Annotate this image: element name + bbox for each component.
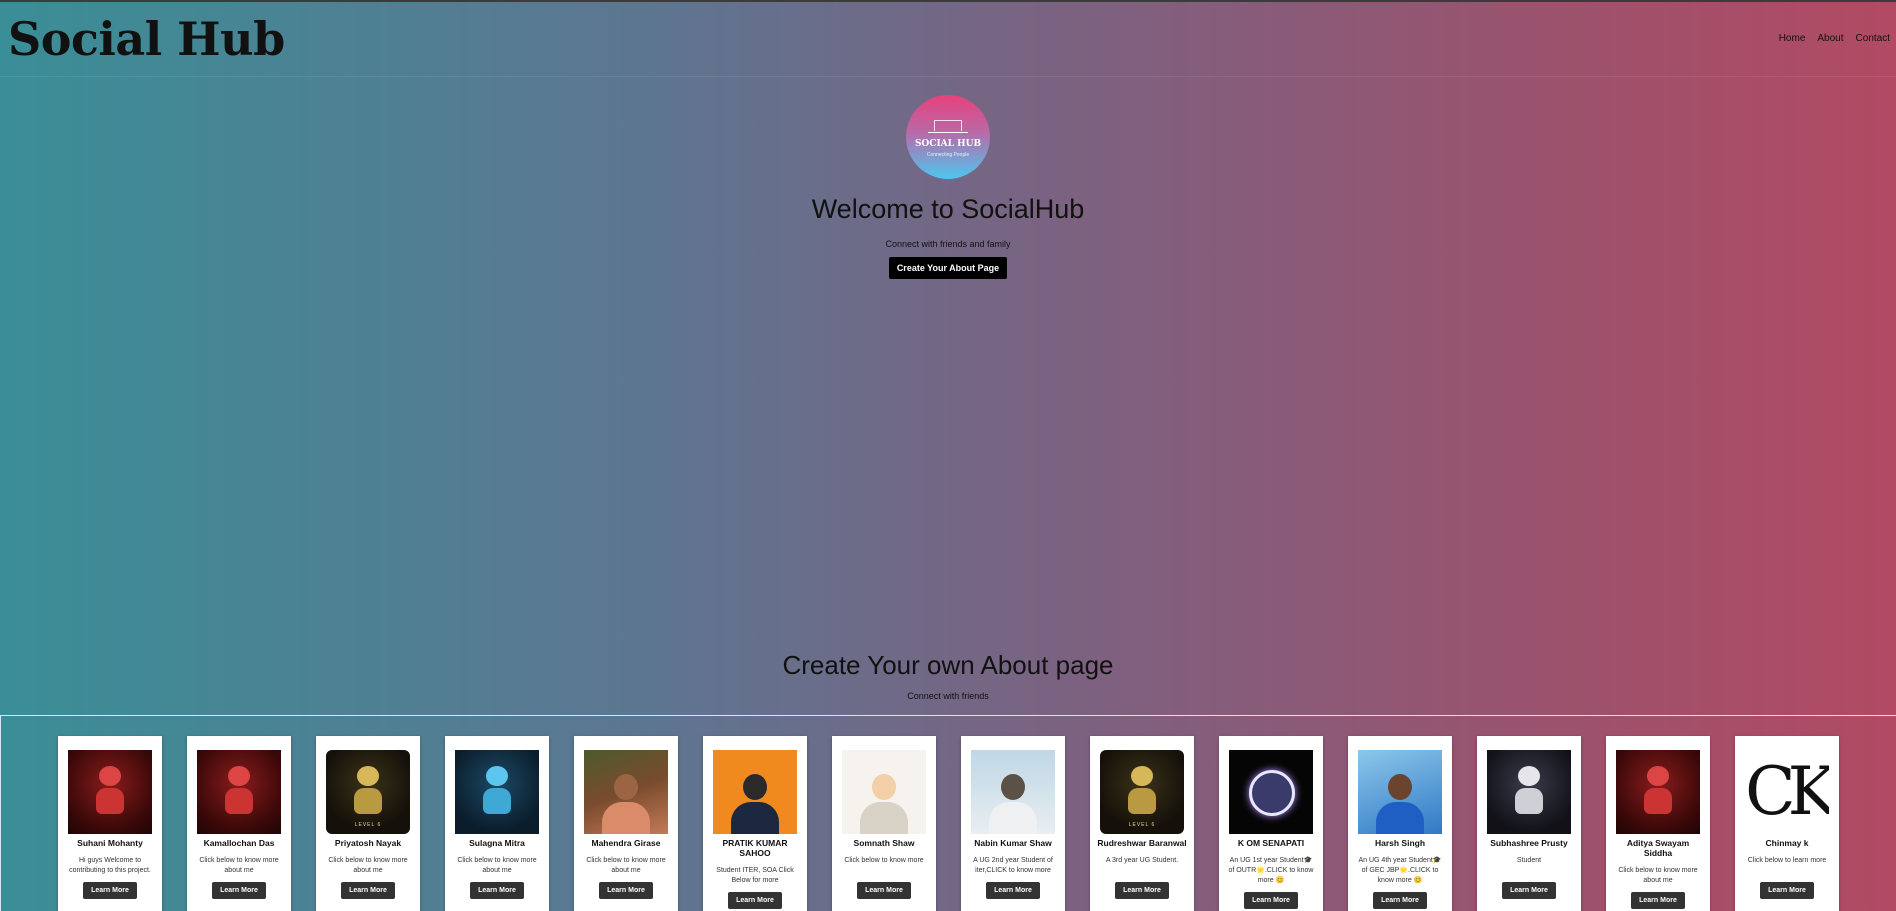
card-description: Click below to know more (844, 857, 924, 864)
profile-card: PRATIK KUMAR SAHOO Student ITER, SOA Cli… (703, 736, 807, 911)
card-description: A 3rd year UG Student. (1105, 857, 1179, 864)
learn-more-button[interactable]: Learn More (1631, 892, 1685, 909)
profile-photo-avatar (584, 750, 668, 834)
learn-more-button[interactable]: Learn More (599, 882, 653, 899)
card-description: Student (1516, 857, 1542, 864)
main-nav: Home About Contact (1779, 33, 1890, 44)
neon-ring-avatar (1229, 750, 1313, 834)
thumbs-up-photo-avatar (1358, 750, 1442, 834)
nav-home[interactable]: Home (1779, 33, 1806, 44)
card-name: Aditya Swayam Siddha (1626, 838, 1690, 858)
card-name: Sulagna Mitra (469, 838, 525, 848)
hero-title: Welcome to SocialHub (811, 194, 1085, 224)
card-description: Click below to know more about me (586, 857, 666, 874)
card-description: Click below to learn more (1747, 857, 1827, 864)
card-description: An UG 1st year Student🎓 of OUTR🌟.CLICK t… (1228, 857, 1314, 884)
ck-logo-text: CK (1745, 753, 1829, 830)
logo-subtitle: Connecting People (926, 152, 970, 158)
profile-card: Aditya Swayam Siddha Click below to know… (1606, 736, 1710, 911)
card-description: Hi guys Welcome to contributing to this … (69, 857, 151, 874)
cyan-astronaut-avatar (455, 750, 539, 834)
card-description: Student ITER, SOA Click Below for more (716, 867, 794, 884)
red-astronaut-avatar (68, 750, 152, 834)
anime-boy-avatar (971, 750, 1055, 834)
card-name: Subhashree Prusty (1490, 838, 1568, 848)
profile-card: Sulagna Mitra Click below to know more a… (445, 736, 549, 911)
learn-more-button[interactable]: Learn More (1115, 882, 1169, 899)
profile-card: CK Chinmay k Click below to learn more L… (1735, 736, 1839, 911)
card-name: Somnath Shaw (853, 838, 915, 848)
card-description: A UG 2nd year Student of iter,CLICK to k… (973, 857, 1053, 874)
section-title: Create Your own About page (782, 650, 1114, 680)
profile-card: LEVEL 6 Priyatosh Nayak Click below to k… (316, 736, 420, 911)
card-name: Mahendra Girase (591, 838, 661, 848)
learn-more-button[interactable]: Learn More (857, 882, 911, 899)
profile-card: Harsh Singh An UG 4th year Student🎓 of G… (1348, 736, 1452, 911)
card-description: Click below to know more about me (199, 857, 279, 874)
card-description: Click below to know more about me (328, 857, 408, 874)
cartoon-boy-avatar (842, 750, 926, 834)
brand-logo[interactable]: Social Hub (8, 12, 285, 66)
learn-more-button[interactable]: Learn More (1502, 882, 1556, 899)
level-badge: LEVEL 6 (354, 822, 382, 828)
learn-more-button[interactable]: Learn More (341, 882, 395, 899)
white-astronaut-avatar (1487, 750, 1571, 834)
profile-card: Mahendra Girase Click below to know more… (574, 736, 678, 911)
logo-title: SOCIAL HUB (914, 139, 982, 149)
red-astronaut-avatar (197, 750, 281, 834)
card-description: An UG 4th year Student🎓 of GEC JBP🌟.CLIC… (1358, 857, 1442, 884)
profile-card: K OM SENAPATI An UG 1st year Student🎓 of… (1219, 736, 1323, 911)
learn-more-button[interactable]: Learn More (1373, 892, 1427, 909)
hero-subtitle: Connect with friends and family (885, 239, 1011, 249)
gold-astronaut-avatar: LEVEL 6 (326, 750, 410, 834)
profile-card: Subhashree Prusty Student Learn More (1477, 736, 1581, 911)
gold-astronaut-avatar: LEVEL 6 (1100, 750, 1184, 834)
nav-about[interactable]: About (1817, 33, 1843, 44)
section-subtitle: Connect with friends (907, 691, 989, 701)
card-name: Suhani Mohanty (77, 838, 143, 848)
social-hub-logo: SOCIAL HUB Connecting People (906, 95, 990, 179)
card-description: Click below to know more about me (457, 857, 537, 874)
hero-section: SOCIAL HUB Connecting People Welcome to … (0, 95, 1896, 279)
learn-more-button[interactable]: Learn More (728, 892, 782, 909)
learn-more-button[interactable]: Learn More (83, 882, 137, 899)
level-badge: LEVEL 6 (1128, 822, 1156, 828)
building-icon (928, 116, 968, 133)
profile-cards-row: Suhani Mohanty Hi guys Welcome to contri… (0, 715, 1896, 911)
learn-more-button[interactable]: Learn More (470, 882, 524, 899)
create-own-section: Create Your own About page Connect with … (0, 650, 1896, 701)
learn-more-button[interactable]: Learn More (1244, 892, 1298, 909)
nav-contact[interactable]: Contact (1856, 33, 1890, 44)
profile-card: Suhani Mohanty Hi guys Welcome to contri… (58, 736, 162, 911)
masked-man-avatar (713, 750, 797, 834)
card-name: Chinmay k (1765, 838, 1809, 848)
create-about-page-button[interactable]: Create Your About Page (888, 257, 1008, 279)
red-astronaut-avatar (1616, 750, 1700, 834)
ck-logo-avatar: CK (1745, 750, 1829, 834)
card-name: Harsh Singh (1374, 838, 1426, 848)
profile-card: LEVEL 6 Rudreshwar Baranwal A 3rd year U… (1090, 736, 1194, 911)
card-name: Priyatosh Nayak (334, 838, 402, 848)
card-name: Kamallochan Das (203, 838, 275, 848)
card-name: PRATIK KUMAR SAHOO (722, 838, 788, 858)
learn-more-button[interactable]: Learn More (212, 882, 266, 899)
profile-card: Nabin Kumar Shaw A UG 2nd year Student o… (961, 736, 1065, 911)
profile-card: Somnath Shaw Click below to know more Le… (832, 736, 936, 911)
site-header: Social Hub Home About Contact (0, 2, 1896, 77)
card-name: Rudreshwar Baranwal (1097, 838, 1187, 848)
card-name: K OM SENAPATI (1237, 838, 1305, 848)
learn-more-button[interactable]: Learn More (1760, 882, 1814, 899)
profile-card: Kamallochan Das Click below to know more… (187, 736, 291, 911)
learn-more-button[interactable]: Learn More (986, 882, 1040, 899)
card-description: Click below to know more about me (1618, 867, 1698, 884)
card-name: Nabin Kumar Shaw (974, 838, 1052, 848)
